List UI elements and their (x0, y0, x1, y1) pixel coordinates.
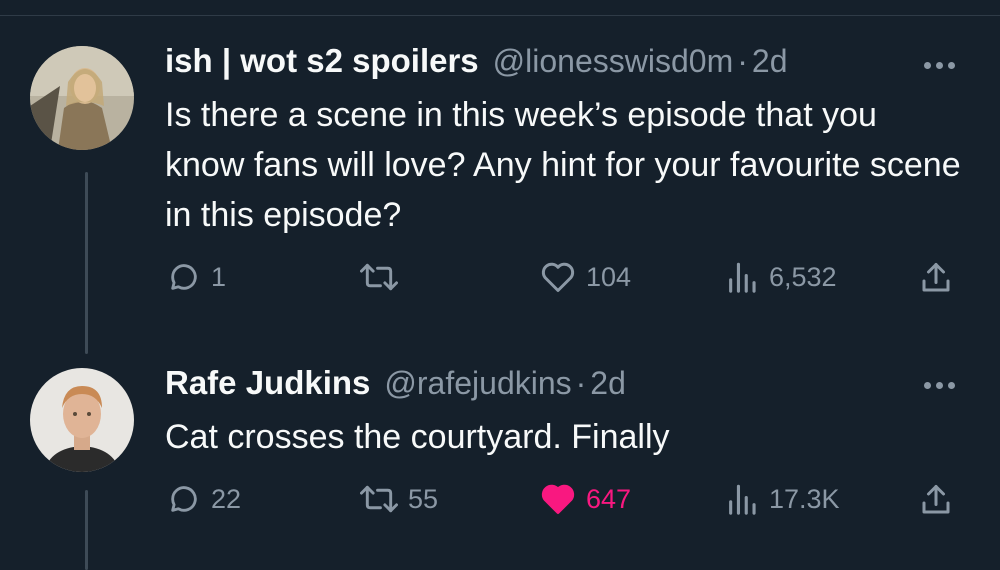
view-count: 17.3K (769, 483, 840, 514)
timestamp[interactable]: 2d (752, 43, 788, 80)
reply-button[interactable]: 1 (167, 260, 226, 294)
action-bar: 22 55 647 17.3K (0, 482, 1000, 522)
tweet-header: ish | wot s2 spoilers @lionesswisd0m · 2… (165, 42, 787, 80)
like-count: 104 (586, 261, 632, 292)
share-button[interactable] (918, 482, 954, 518)
share-icon (922, 263, 950, 292)
tweet-text: Is there a scene in this week’s episode … (165, 96, 961, 234)
retweet-icon (360, 485, 398, 513)
reply-icon (171, 486, 197, 512)
display-name[interactable]: ish | wot s2 spoilers (165, 42, 479, 80)
views-icon (729, 484, 756, 515)
view-count: 6,532 (769, 261, 837, 292)
username[interactable]: @lionesswisd0m (493, 43, 734, 80)
tweet[interactable]: ish | wot s2 spoilers @lionesswisd0m · 2… (0, 0, 1000, 354)
separator: · (737, 43, 748, 79)
reply-count: 1 (211, 261, 227, 292)
display-name[interactable]: Rafe Judkins (165, 364, 370, 402)
action-bar: 1 104 6,532 (0, 260, 1000, 300)
share-icon (922, 485, 950, 514)
avatar[interactable] (30, 368, 134, 472)
tweet-header: Rafe Judkins @rafejudkins · 2d (165, 364, 626, 402)
views-button[interactable]: 17.3K (725, 482, 840, 516)
retweet-button[interactable] (360, 260, 408, 294)
separator: · (575, 365, 587, 401)
more-icon[interactable] (924, 382, 955, 389)
views-icon (729, 262, 756, 293)
retweet-count: 55 (408, 483, 439, 514)
timestamp[interactable]: 2d (590, 365, 626, 402)
like-count: 647 (586, 483, 632, 514)
more-icon[interactable] (924, 62, 955, 69)
avatar[interactable] (30, 46, 134, 150)
reply-icon (171, 264, 197, 290)
tweet-text: Cat crosses the courtyard. Finally (165, 418, 670, 456)
reply-button[interactable]: 22 (167, 482, 241, 516)
username[interactable]: @rafejudkins (384, 365, 571, 402)
like-button[interactable]: 647 (540, 482, 631, 516)
retweet-icon (360, 263, 398, 291)
share-button[interactable] (918, 260, 954, 296)
views-button[interactable]: 6,532 (725, 260, 837, 294)
reply-count: 22 (211, 483, 242, 514)
like-button[interactable]: 104 (540, 260, 631, 294)
retweet-button[interactable]: 55 (360, 482, 438, 516)
tweet[interactable]: Rafe Judkins @rafejudkins · 2d Cat cross… (0, 340, 1000, 570)
heart-icon (541, 484, 575, 514)
heart-icon (541, 262, 575, 292)
